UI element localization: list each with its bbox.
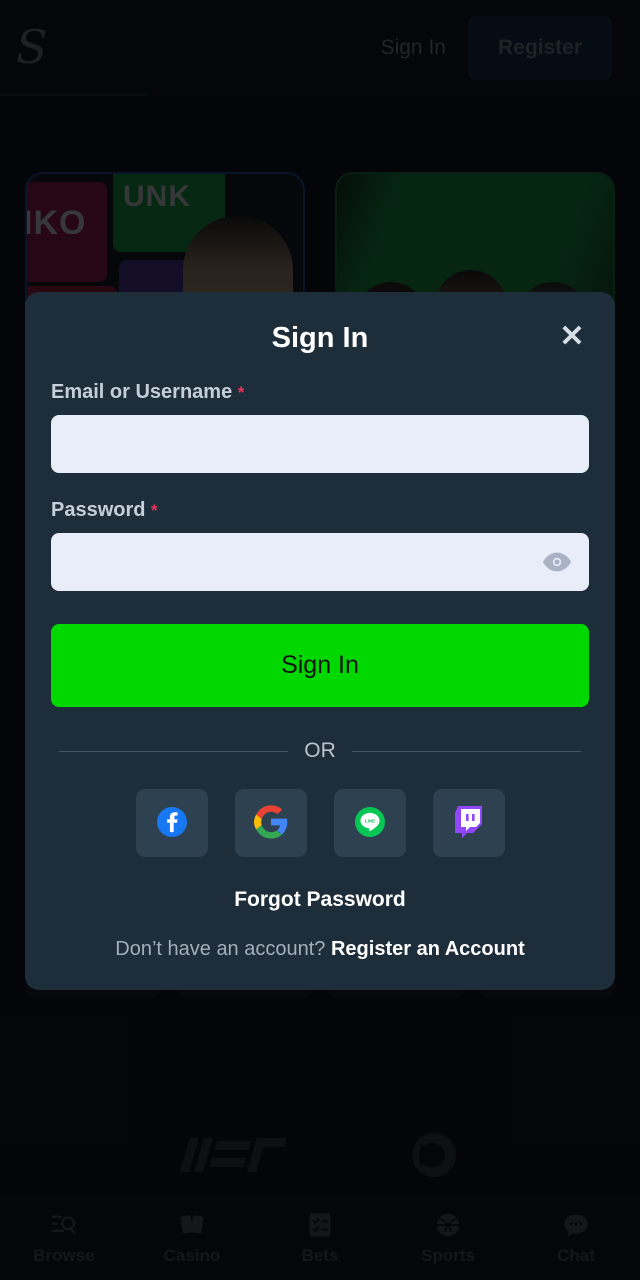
twitch-login-button[interactable]	[432, 789, 505, 857]
divider-line-right	[351, 750, 581, 752]
email-field-label: Email or Username *	[51, 381, 589, 404]
register-prompt: Don’t have an account? Register an Accou…	[51, 938, 589, 961]
password-label-text: Password	[51, 499, 146, 521]
line-icon: LINE	[352, 804, 388, 843]
register-account-link[interactable]: Register an Account	[331, 938, 525, 960]
email-label-text: Email or Username	[51, 381, 233, 403]
signin-modal: Sign In ✕ Email or Username * Password *	[25, 292, 615, 990]
divider-line-left	[59, 750, 289, 752]
forgot-password-link[interactable]: Forgot Password	[51, 888, 589, 912]
password-field-label: Password *	[51, 499, 589, 522]
password-input[interactable]	[51, 533, 589, 591]
line-login-button[interactable]: LINE	[333, 789, 406, 857]
social-login-row: LINE	[51, 789, 589, 857]
modal-title: Sign In	[271, 322, 369, 354]
google-login-button[interactable]	[234, 789, 307, 857]
required-asterisk: *	[237, 383, 245, 402]
google-icon	[253, 804, 288, 842]
required-asterisk: *	[151, 501, 158, 520]
password-field-group: Password *	[51, 499, 589, 591]
svg-text:LINE: LINE	[364, 818, 374, 823]
signin-submit-button[interactable]: Sign In	[51, 624, 589, 707]
close-icon[interactable]: ✕	[555, 320, 589, 354]
facebook-icon	[154, 804, 190, 843]
or-divider: OR	[51, 739, 589, 763]
email-field-group: Email or Username *	[51, 381, 589, 473]
eye-icon[interactable]	[537, 545, 577, 579]
twitch-icon	[453, 805, 485, 842]
facebook-login-button[interactable]	[135, 789, 208, 857]
register-question-text: Don’t have an account?	[115, 938, 326, 960]
divider-text: OR	[304, 739, 336, 762]
email-input[interactable]	[51, 415, 589, 473]
